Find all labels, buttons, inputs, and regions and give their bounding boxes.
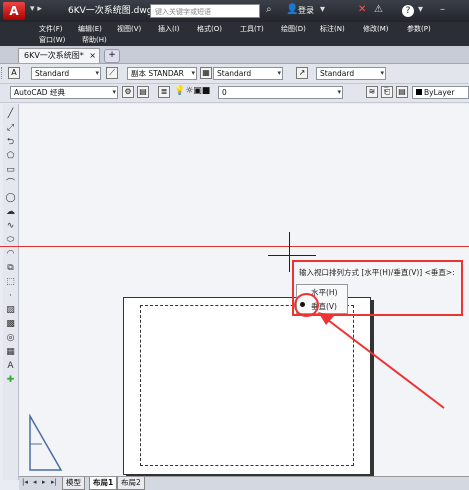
tab-layout1[interactable]: 布局1 xyxy=(89,477,118,490)
prev-tab-icon[interactable]: ◂ xyxy=(33,478,37,486)
next-tab-icon[interactable]: ▸ xyxy=(42,478,46,486)
last-tab-icon[interactable]: ▸| xyxy=(51,478,57,486)
tab-layout2[interactable]: 布局2 xyxy=(117,477,145,490)
first-tab-icon[interactable]: |◂ xyxy=(22,478,28,486)
annotation-arrow xyxy=(318,312,445,409)
layout-tab-bar xyxy=(19,476,469,490)
tab-model[interactable]: 模型 xyxy=(62,477,85,490)
ucs-icon xyxy=(29,414,63,471)
